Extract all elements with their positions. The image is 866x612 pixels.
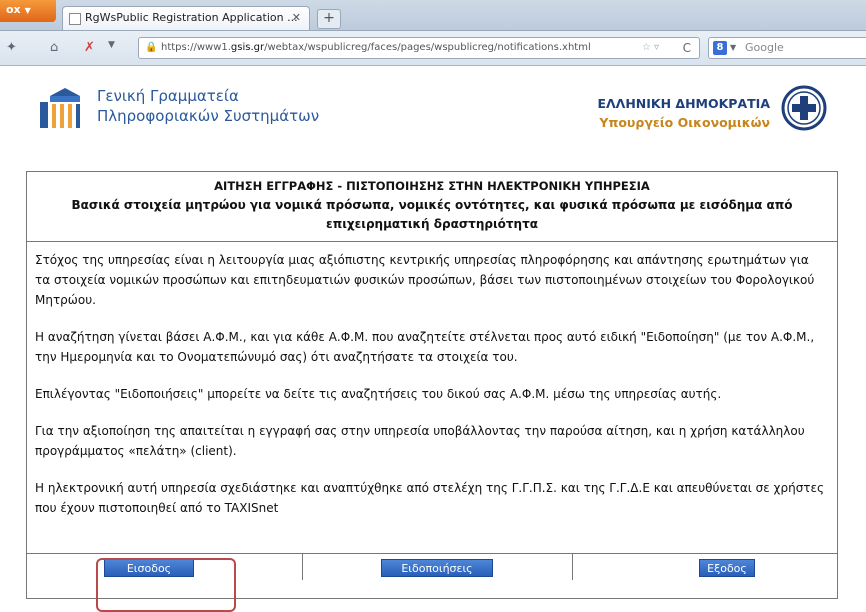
bookmark-star-icon[interactable]: ☆ ▿ (642, 38, 659, 58)
panel-subtitle: Βασικά στοιχεία μητρώου για νομικά πρόσω… (71, 198, 793, 231)
history-dropdown-icon[interactable]: ▼ (108, 40, 115, 50)
panel-body: Στόχος της υπηρεσίας είναι η λειτουργία … (27, 242, 837, 554)
registration-panel: ΑΙΤΗΣΗ ΕΓΓΡΑΦΗΣ - ΠΙΣΤΟΠΟΙΗΣΗΣ ΣΤΗΝ ΗΛΕΚ… (26, 171, 838, 599)
button-cell-notifications: Ειδοποιήσεις (303, 554, 573, 580)
reload-icon[interactable]: C (683, 38, 691, 58)
page-favicon-icon (69, 13, 81, 25)
url-domain: gsis.gr (230, 42, 265, 53)
highlight-annotation (96, 558, 236, 612)
panel-title: ΑΙΤΗΣΗ ΕΓΓΡΑΦΗΣ - ΠΙΣΤΟΠΟΙΗΣΗΣ ΣΤΗΝ ΗΛΕΚ… (214, 179, 650, 193)
search-engine-dropdown-icon[interactable]: ▼ (730, 38, 736, 58)
org-line-1: Γενική Γραμματεία (97, 87, 239, 105)
search-engine-icon[interactable]: 8 (713, 41, 727, 55)
home-icon[interactable]: ⌂ (50, 40, 58, 55)
firefox-menu-button[interactable]: ox ▼ (0, 0, 56, 22)
notifications-button[interactable]: Ειδοποιήσεις (381, 559, 493, 577)
paragraph-notifications: Επιλέγοντας "Ειδοποιήσεις" μπορείτε να δ… (35, 387, 722, 401)
greek-emblem-icon (781, 85, 827, 131)
url-path: /webtax/wspublicreg/faces/pages/wspublic… (264, 42, 591, 53)
paragraph-developed: Η ηλεκτρονική αυτή υπηρεσία σχεδιάστηκε … (35, 481, 825, 515)
browser-tab-bar: ox ▼ RgWsPublic Registration Application … (0, 0, 866, 31)
exit-button[interactable]: Εξοδος (699, 559, 755, 577)
gsis-org-name: Γενική Γραμματεία Πληροφοριακών Συστημάτ… (97, 86, 319, 126)
browser-tab[interactable]: RgWsPublic Registration Application ... … (62, 6, 310, 30)
gsis-logo-icon (40, 88, 80, 128)
button-cell-exit: Εξοδος (573, 554, 837, 580)
search-placeholder: Google (745, 41, 784, 54)
paragraph-search: Η αναζήτηση γίνεται βάσει Α.Φ.Μ., και γι… (35, 330, 815, 364)
url-prefix: https://www1. (161, 42, 231, 53)
addon-icon[interactable]: ✗ (84, 40, 95, 55)
dropdown-arrow-icon: ▼ (24, 6, 31, 15)
search-box[interactable]: 8 ▼ Google (708, 37, 866, 59)
back-icon[interactable]: ✦ (6, 40, 17, 55)
gov-line-1: ΕΛΛΗΝΙΚΗ ΔΗΜΟΚΡΑΤΙΑ (597, 96, 770, 111)
government-title: ΕΛΛΗΝΙΚΗ ΔΗΜΟΚΡΑΤΙΑ Υπουργείο Οικονομικώ… (597, 94, 770, 132)
gov-line-2: Υπουργείο Οικονομικών (599, 115, 770, 130)
address-bar[interactable]: 🔒 https://www1.gsis.gr/webtax/wspublicre… (138, 37, 700, 59)
browser-nav-bar: ✦ ⌂ ✗ ▼ 🔒 https://www1.gsis.gr/webtax/ws… (0, 31, 866, 66)
tab-close-icon[interactable]: ✕ (292, 7, 301, 29)
paragraph-purpose: Στόχος της υπηρεσίας είναι η λειτουργία … (35, 253, 815, 307)
new-tab-button[interactable]: + (317, 9, 341, 29)
panel-header: ΑΙΤΗΣΗ ΕΓΓΡΑΦΗΣ - ΠΙΣΤΟΠΟΙΗΣΗΣ ΣΤΗΝ ΗΛΕΚ… (27, 172, 837, 242)
lock-icon: 🔒 (145, 42, 158, 53)
org-line-2: Πληροφοριακών Συστημάτων (97, 107, 320, 125)
paragraph-registration: Για την αξιοποίηση της απαιτείται η εγγρ… (35, 424, 805, 458)
tab-title: RgWsPublic Registration Application ... (85, 11, 298, 24)
